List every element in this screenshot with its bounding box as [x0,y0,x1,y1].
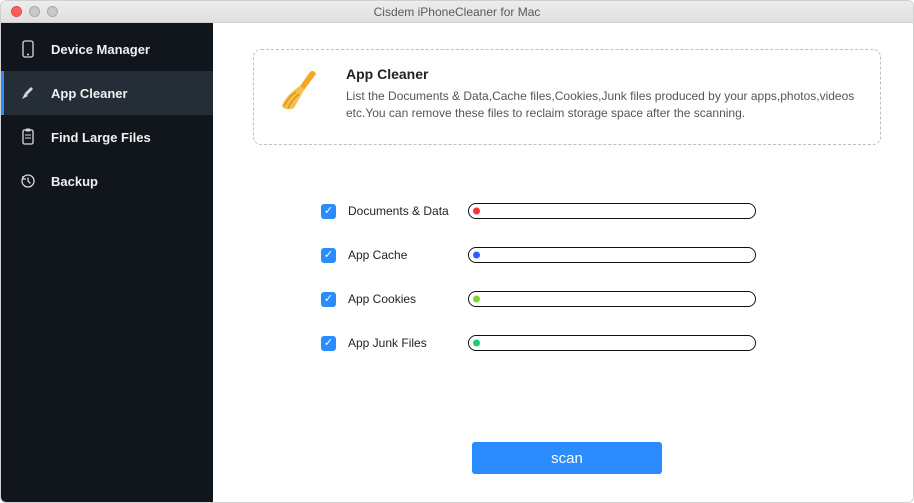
scan-button[interactable]: scan [472,442,662,474]
progress-bar [468,247,756,263]
window-title: Cisdem iPhoneCleaner for Mac [1,5,913,19]
app-window: Cisdem iPhoneCleaner for Mac Device Mana… [0,0,914,503]
clipboard-icon [19,128,37,146]
info-text: App Cleaner List the Documents & Data,Ca… [346,66,858,123]
progress-bar [468,291,756,307]
backup-icon [19,172,37,190]
category-list: ✓ Documents & Data ✓ App Cache ✓ App Coo… [321,203,881,379]
category-label: App Cache [348,248,468,262]
progress-bar [468,335,756,351]
sidebar-item-label: Find Large Files [51,130,151,145]
body: Device Manager App Cleaner Find Large Fi… [1,23,913,502]
category-label: Documents & Data [348,204,468,218]
category-label: App Cookies [348,292,468,306]
category-row-documents-data: ✓ Documents & Data [321,203,881,219]
info-title: App Cleaner [346,66,858,82]
check-icon: ✓ [324,294,333,305]
category-row-app-cache: ✓ App Cache [321,247,881,263]
phone-icon [19,40,37,58]
main-panel: App Cleaner List the Documents & Data,Ca… [213,23,913,502]
progress-dot [473,296,480,303]
progress-dot [473,208,480,215]
progress-dot [473,340,480,347]
checkbox-documents-data[interactable]: ✓ [321,204,336,219]
checkbox-app-cache[interactable]: ✓ [321,248,336,263]
broom-icon [19,84,37,102]
category-row-app-junk-files: ✓ App Junk Files [321,335,881,351]
progress-bar [468,203,756,219]
broom-large-icon [274,66,324,116]
progress-dot [473,252,480,259]
category-label: App Junk Files [348,336,468,350]
sidebar-item-label: App Cleaner [51,86,128,101]
check-icon: ✓ [324,206,333,217]
check-icon: ✓ [324,338,333,349]
sidebar-item-device-manager[interactable]: Device Manager [1,27,213,71]
sidebar: Device Manager App Cleaner Find Large Fi… [1,23,213,502]
sidebar-item-label: Backup [51,174,98,189]
sidebar-item-find-large-files[interactable]: Find Large Files [1,115,213,159]
titlebar: Cisdem iPhoneCleaner for Mac [1,1,913,23]
info-description: List the Documents & Data,Cache files,Co… [346,88,858,123]
info-panel: App Cleaner List the Documents & Data,Ca… [253,49,881,145]
category-row-app-cookies: ✓ App Cookies [321,291,881,307]
check-icon: ✓ [324,250,333,261]
checkbox-app-junk-files[interactable]: ✓ [321,336,336,351]
sidebar-item-app-cleaner[interactable]: App Cleaner [1,71,213,115]
sidebar-item-label: Device Manager [51,42,150,57]
action-row: scan [253,442,881,482]
sidebar-item-backup[interactable]: Backup [1,159,213,203]
checkbox-app-cookies[interactable]: ✓ [321,292,336,307]
